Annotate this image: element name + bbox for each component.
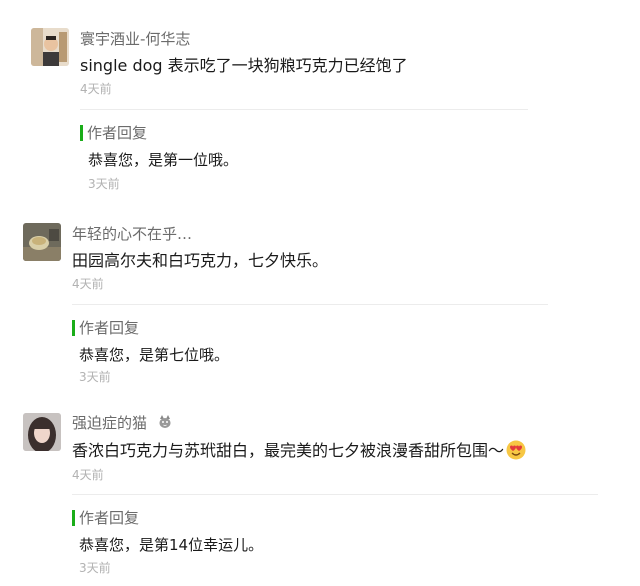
avatar-photo	[23, 223, 61, 261]
reply-text: 恭喜您，是第14位幸运儿。	[79, 536, 264, 554]
comment-time: 4天前	[72, 468, 104, 482]
author-reply-label-text: 作者回复	[79, 509, 140, 527]
avatar[interactable]	[31, 28, 69, 66]
avatar[interactable]	[23, 413, 61, 451]
reply-text: 恭喜您，是第一位哦。	[88, 151, 239, 169]
author-reply-label: 作者回复	[72, 318, 139, 338]
divider	[72, 494, 598, 495]
comment-nickname-text: 强迫症的猫	[72, 414, 148, 432]
author-reply-label: 作者回复	[72, 508, 139, 528]
reply-time: 3天前	[79, 561, 111, 575]
avatar-photo	[23, 413, 61, 451]
comment-nickname: 强迫症的猫	[72, 413, 172, 433]
reply-indicator-bar	[72, 320, 75, 336]
avatar[interactable]	[23, 223, 61, 261]
author-reply-label-text: 作者回复	[87, 124, 148, 142]
comment-time: 4天前	[80, 82, 112, 96]
author-reply-label-text: 作者回复	[79, 319, 140, 337]
cat-icon	[159, 415, 171, 428]
reply-text: 恭喜您，是第七位哦。	[79, 346, 230, 364]
reply-time: 3天前	[79, 370, 111, 384]
comment-nickname: 年轻的心不在乎…	[72, 225, 193, 243]
reply-indicator-bar	[72, 510, 75, 526]
reply-time: 3天前	[88, 177, 120, 191]
heart-eyes-emoji-icon	[506, 440, 526, 460]
comment-nickname: 寰宇酒业-何华志	[80, 30, 191, 48]
divider	[72, 304, 548, 305]
comment-time: 4天前	[72, 277, 104, 291]
comment-text: 香浓白巧克力与苏玳甜白，最完美的七夕被浪漫香甜所包围～	[72, 440, 526, 462]
comment-text: 田园高尔夫和白巧克力，七夕快乐。	[72, 251, 329, 270]
comment-text: single dog 表示吃了一块狗粮巧克力已经饱了	[80, 56, 408, 75]
divider	[80, 109, 528, 110]
reply-indicator-bar	[80, 125, 83, 141]
comment-text-body: 香浓白巧克力与苏玳甜白，最完美的七夕被浪漫香甜所包围～	[72, 441, 505, 460]
author-reply-label: 作者回复	[80, 123, 147, 143]
avatar-photo	[31, 28, 69, 66]
